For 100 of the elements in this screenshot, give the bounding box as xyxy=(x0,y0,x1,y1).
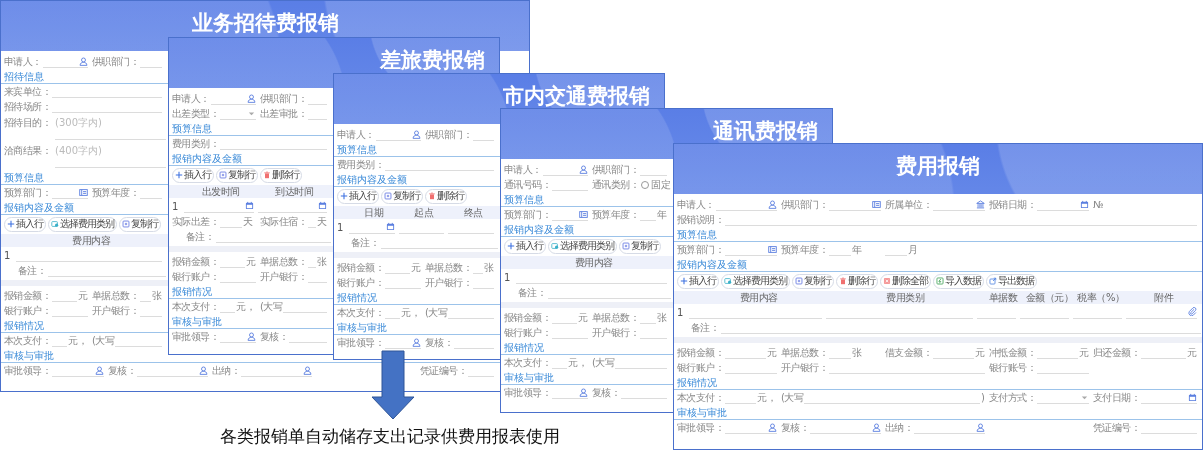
toolbar-button[interactable]: 删除行 xyxy=(260,167,302,183)
person-icon[interactable] xyxy=(579,164,588,174)
field-label: 实际出差： xyxy=(172,214,219,229)
row-number: 1 xyxy=(504,271,512,283)
paperclip-icon[interactable] xyxy=(1188,307,1197,316)
input-field[interactable] xyxy=(552,386,588,399)
id-card-icon[interactable] xyxy=(579,209,588,219)
field-label: 开户银行： xyxy=(92,303,139,318)
person-icon[interactable] xyxy=(303,365,312,375)
section-title: 审核与审批 xyxy=(4,349,54,362)
person-icon[interactable] xyxy=(247,93,256,103)
person-icon[interactable] xyxy=(976,422,985,432)
input-field[interactable] xyxy=(542,163,588,176)
field-label: 预算年度： xyxy=(592,207,639,222)
input-field[interactable] xyxy=(725,421,777,434)
toolbar-button[interactable]: 复制行 xyxy=(619,238,661,254)
input-field[interactable] xyxy=(241,364,312,377)
input-field[interactable] xyxy=(385,336,421,349)
section-title: 预算信息 xyxy=(504,193,544,206)
input-field[interactable] xyxy=(810,421,881,434)
input-field[interactable] xyxy=(52,364,104,377)
unit-label: 年 xyxy=(852,242,862,257)
person-icon[interactable] xyxy=(412,337,421,347)
field-label: 预算部门： xyxy=(677,242,724,257)
field-label: 凭证编号： xyxy=(1093,420,1140,435)
id-card-icon[interactable] xyxy=(872,199,881,209)
person-icon[interactable] xyxy=(768,422,777,432)
person-icon[interactable] xyxy=(247,331,256,341)
field-label: 出纳： xyxy=(212,363,241,378)
input-field[interactable] xyxy=(184,199,254,213)
input-field[interactable] xyxy=(1141,391,1197,404)
calendar-icon[interactable] xyxy=(244,201,254,210)
person-icon[interactable] xyxy=(95,365,104,375)
input-field[interactable] xyxy=(137,364,208,377)
id-card-icon[interactable] xyxy=(768,244,777,254)
unit-label: 天 xyxy=(317,214,327,229)
input-field[interactable] xyxy=(257,199,327,213)
toolbar-button[interactable]: 插入行 xyxy=(172,167,214,183)
field-label: 报销金额： xyxy=(504,310,551,325)
field-label: 银行账户： xyxy=(677,360,724,375)
field-label: 支付方式： xyxy=(989,390,1036,405)
calendar-icon[interactable] xyxy=(385,222,395,231)
input-field[interactable] xyxy=(210,92,256,105)
toolbar-button[interactable]: 插入行 xyxy=(4,216,46,232)
bank-icon[interactable] xyxy=(976,199,985,209)
section-title: 预算信息 xyxy=(4,171,44,184)
input-field[interactable] xyxy=(914,421,985,434)
toolbar-button[interactable]: 删除行 xyxy=(425,188,467,204)
field-label: 冲抵金额： xyxy=(989,345,1036,360)
person-icon[interactable] xyxy=(79,56,88,66)
field-label: 审批领导： xyxy=(337,335,384,350)
toolbar-button[interactable]: 导入数据 xyxy=(933,273,984,289)
input-field[interactable] xyxy=(375,128,421,141)
toolbar-button[interactable]: 复制行 xyxy=(792,273,834,289)
toolbar-button[interactable]: 删除全部 xyxy=(880,273,931,289)
copy-icon xyxy=(122,220,130,228)
toolbar-button[interactable]: 复制行 xyxy=(381,188,423,204)
person-icon[interactable] xyxy=(579,387,588,397)
person-icon[interactable] xyxy=(768,199,777,209)
toolbar-button[interactable]: 删除行 xyxy=(836,273,878,289)
input-field[interactable] xyxy=(715,198,777,211)
id-card-icon[interactable] xyxy=(79,187,88,197)
plus-icon xyxy=(340,192,348,200)
field-label: 开户银行： xyxy=(592,325,639,340)
input-field[interactable] xyxy=(933,198,985,211)
calendar-icon[interactable] xyxy=(318,201,327,210)
toolbar-button[interactable]: 选择费用类别 xyxy=(48,216,117,232)
toolbar-button[interactable]: 插入行 xyxy=(337,188,379,204)
unit-label: 元， xyxy=(757,390,777,405)
calendar-icon[interactable] xyxy=(1080,199,1089,209)
input-field[interactable] xyxy=(42,55,88,68)
unit-label: 元 xyxy=(975,345,985,360)
row-number: 1 xyxy=(172,200,180,212)
person-icon[interactable] xyxy=(412,129,421,139)
caption: 各类报销单自动储存支出记录供费用报表使用 xyxy=(220,426,560,446)
input-field[interactable] xyxy=(1126,305,1197,319)
person-icon[interactable] xyxy=(872,422,881,432)
form-title: 费用报销 xyxy=(896,153,980,179)
calendar-icon[interactable] xyxy=(1188,392,1197,402)
toolbar-button[interactable]: 导出数据 xyxy=(986,273,1037,289)
toolbar-button[interactable]: 选择费用类别 xyxy=(721,273,790,289)
input-field[interactable] xyxy=(552,208,588,221)
input-field[interactable] xyxy=(220,330,256,343)
section-title: 招待信息 xyxy=(4,70,44,83)
toolbar-button[interactable]: 插入行 xyxy=(677,273,719,289)
field-label: 实际住宿： xyxy=(260,214,307,229)
person-icon[interactable] xyxy=(199,365,208,375)
form-title: 通讯费报销 xyxy=(713,118,818,144)
input-field[interactable] xyxy=(829,198,881,211)
toolbar-button[interactable]: 复制行 xyxy=(216,167,258,183)
toolbar-button[interactable]: 插入行 xyxy=(504,238,546,254)
input-field[interactable] xyxy=(52,186,88,199)
input-field[interactable] xyxy=(725,243,777,256)
input-field[interactable] xyxy=(349,220,395,234)
toolbar-button[interactable]: 选择费用类别 xyxy=(548,238,617,254)
copy-icon xyxy=(622,242,630,250)
input-field[interactable] xyxy=(1037,198,1089,211)
field-label: 供职部门： xyxy=(781,197,828,212)
field-label: 本次支付： xyxy=(4,333,51,348)
toolbar-button[interactable]: 复制行 xyxy=(119,216,161,232)
